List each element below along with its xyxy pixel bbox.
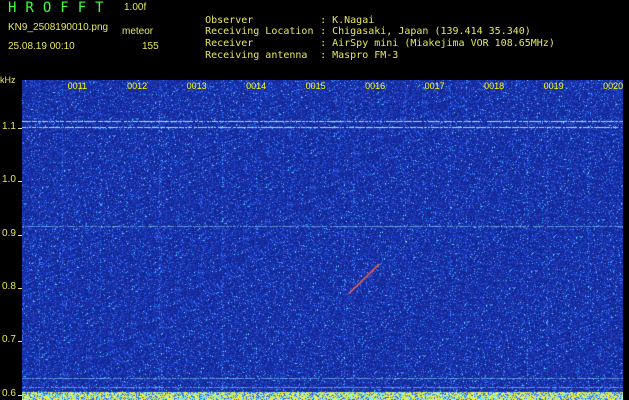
y-axis-label: kHz: [0, 75, 16, 85]
x-tick-label: 0016: [365, 81, 386, 91]
count-label: 155: [142, 41, 159, 52]
y-tick-label: 0.6: [2, 387, 16, 399]
app-title: HROFFT: [8, 0, 113, 16]
version-label: 1.00f: [124, 2, 147, 13]
x-tick-label: 0020: [603, 81, 624, 91]
info-value: Maspro FM-3: [332, 50, 399, 61]
filename-label: KN9_2508190010.png: [8, 22, 109, 33]
info-row-antenna: Receiving antenna: Maspro FM-3: [181, 39, 398, 72]
x-tick-label: 0018: [484, 81, 505, 91]
y-tick-label: 1.1: [2, 121, 16, 132]
y-tick-label: 0.9: [2, 227, 16, 239]
info-key: Receiving antenna: [205, 50, 308, 61]
spectrogram-plot: [22, 80, 623, 400]
x-tick-label: 0015: [305, 81, 326, 91]
x-tick-label: 0012: [127, 81, 148, 91]
y-tick-label: 0.8: [2, 281, 16, 292]
datetime-label: 25.08.19 00:10: [8, 41, 75, 52]
mode-label: meteor: [122, 26, 154, 37]
x-tick-label: 0017: [424, 81, 445, 91]
x-tick-label: 0019: [543, 81, 564, 91]
x-tick-label: 0011: [67, 81, 87, 91]
info-sep: :: [320, 50, 327, 61]
header-panel: HROFFT 1.00f KN9_2508190010.png meteor 2…: [0, 0, 629, 78]
x-tick-label: 0014: [246, 81, 267, 91]
spectrogram-canvas: [22, 80, 623, 400]
y-tick-label: 1.0: [2, 174, 16, 186]
y-tick-label: 0.7: [2, 334, 16, 346]
x-tick-label: 0013: [186, 81, 207, 91]
